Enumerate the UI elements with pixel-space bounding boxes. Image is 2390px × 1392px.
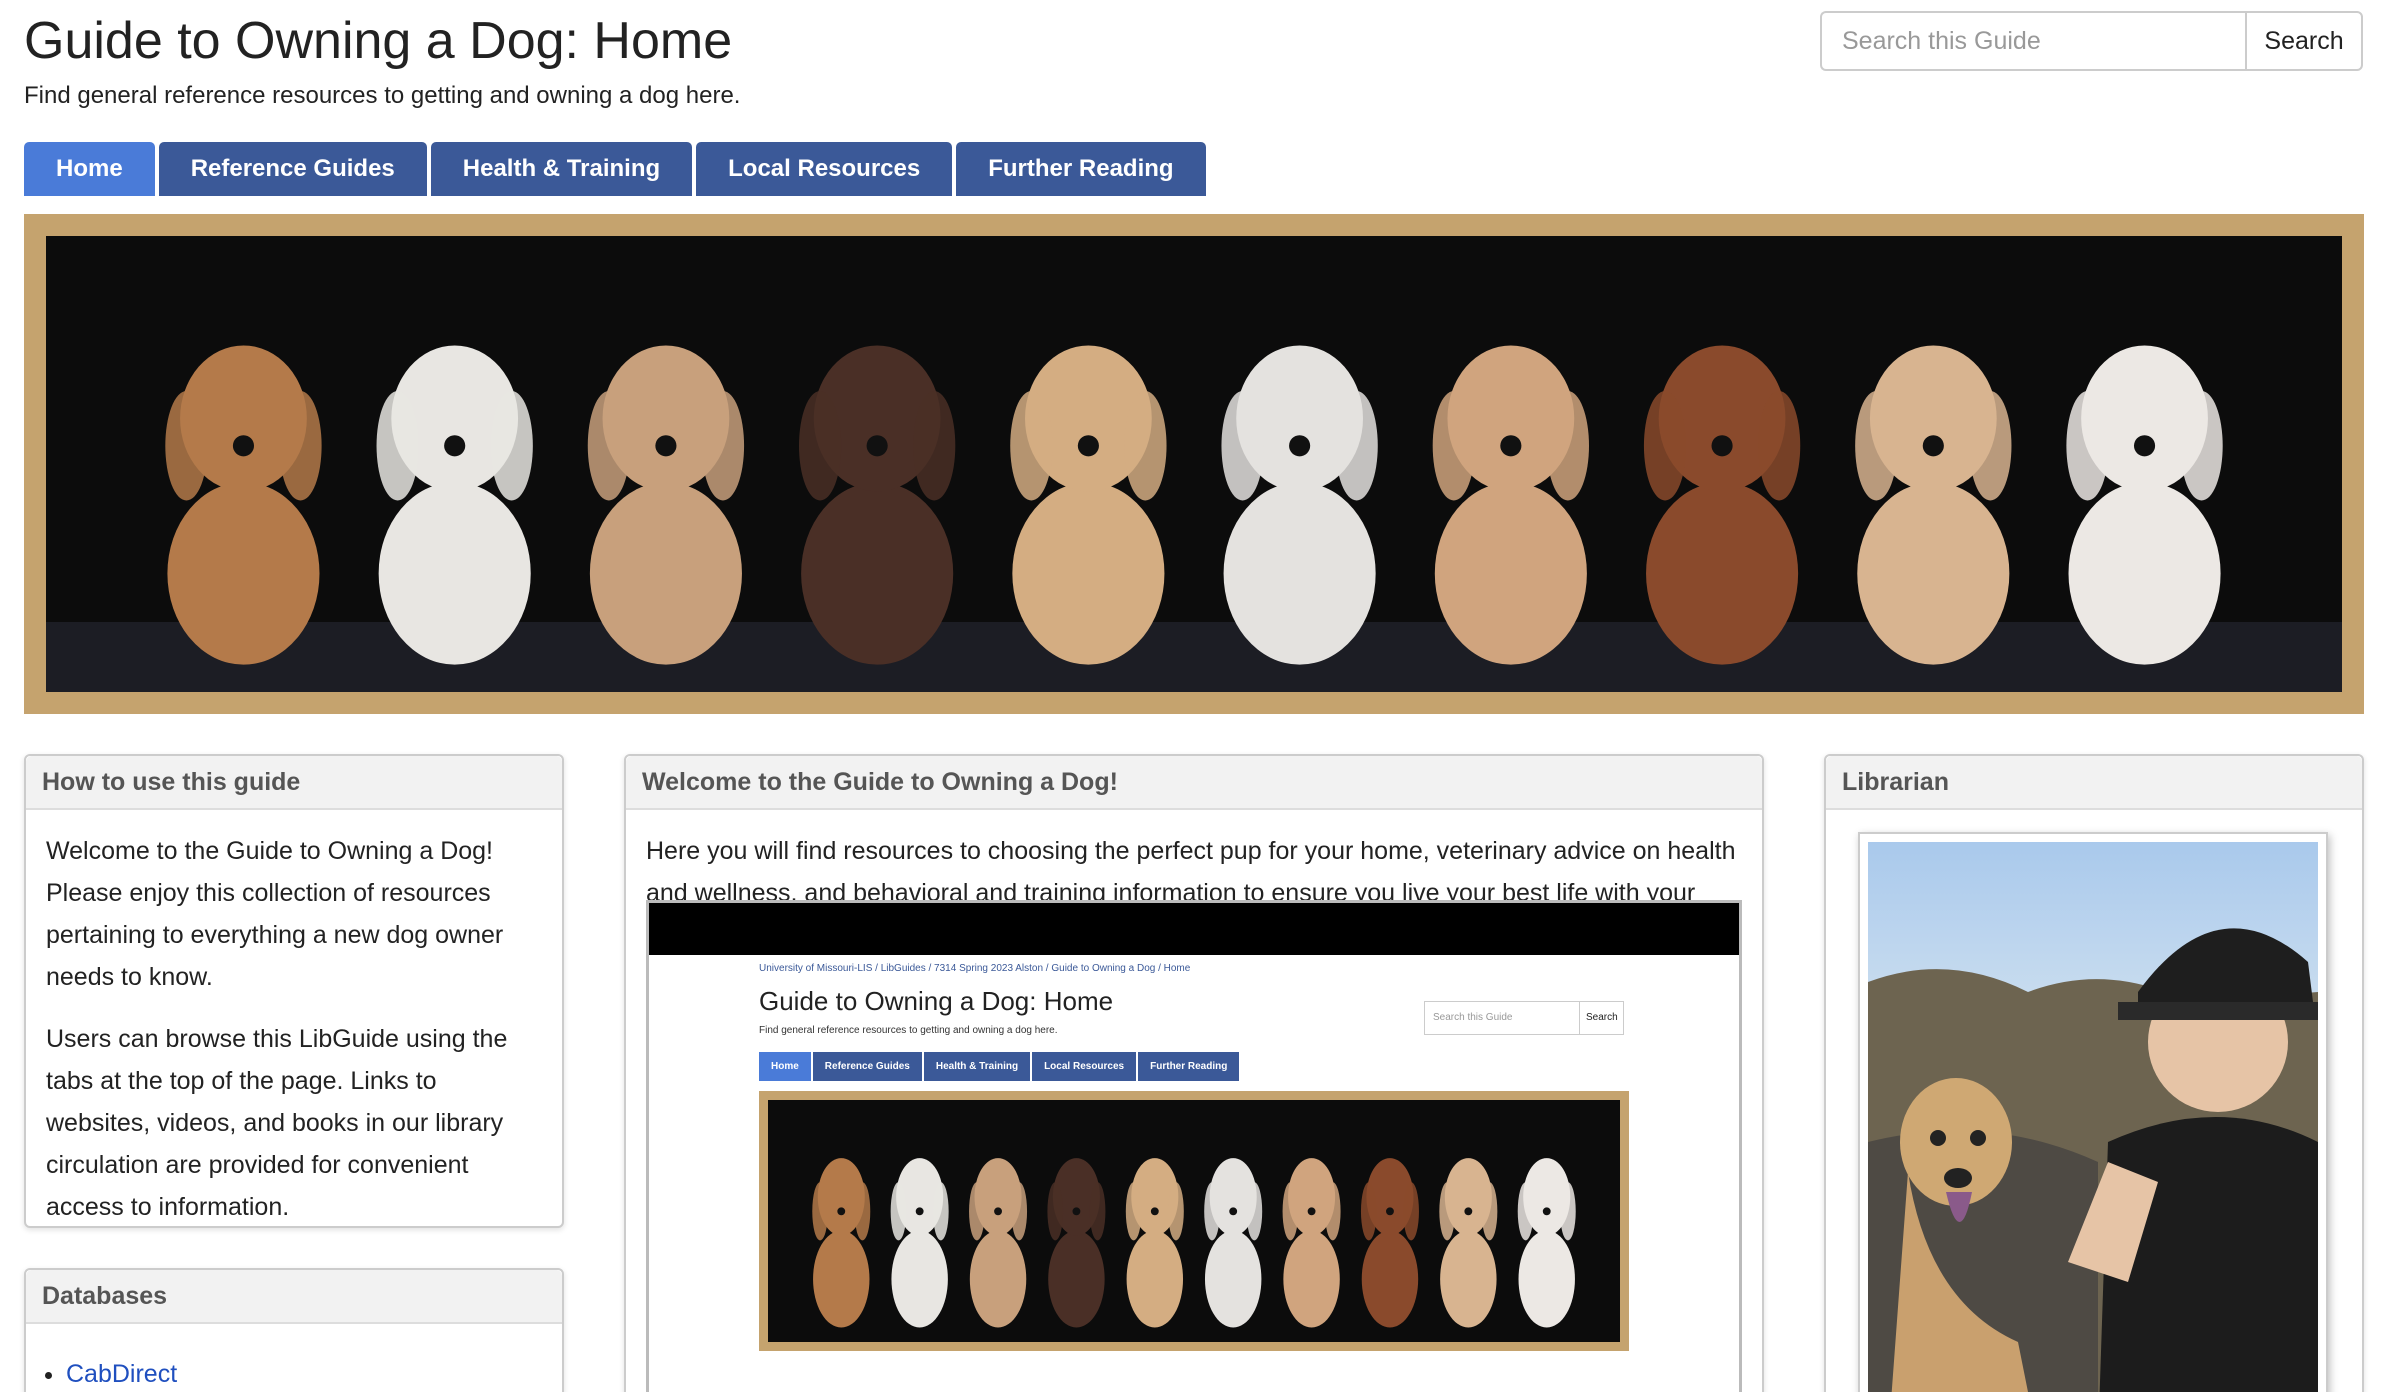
mini-tab-health-training: Health & Training: [923, 1052, 1031, 1081]
mini-search-box: Search this Guide Search: [1424, 1001, 1624, 1035]
panel-body: Welcome to the Guide to Owning a Dog! Pl…: [26, 810, 562, 1248]
puppy-figure: [1125, 1158, 1184, 1328]
panel-heading: Databases: [26, 1270, 562, 1324]
video-top-bar: [649, 903, 1739, 955]
puppies-banner-image: [46, 236, 2342, 692]
guide-search: Search: [1820, 11, 2363, 71]
puppy-figure: [1643, 345, 1801, 665]
tab-further-reading[interactable]: Further Reading: [956, 142, 1206, 196]
mini-tab-reference-guides: Reference Guides: [812, 1052, 922, 1081]
welcome-panel: Welcome to the Guide to Owning a Dog! He…: [624, 754, 1764, 1392]
puppy-figure: [812, 1158, 871, 1328]
puppy-figure: [1282, 1158, 1341, 1328]
librarian-panel: Librarian: [1824, 754, 2364, 1392]
puppy-figure: [1439, 1158, 1498, 1328]
puppy-figure: [1432, 345, 1590, 665]
database-link-cabdirect[interactable]: CabDirect: [66, 1360, 177, 1388]
puppy-figure: [1010, 345, 1167, 665]
librarian-photo: [1868, 842, 2318, 1392]
video-frame-screenshot: University of Missouri-LIS / LibGuides /…: [759, 963, 1629, 1351]
puppy-figure: [1221, 345, 1378, 665]
mini-tab-further-reading: Further Reading: [1138, 1052, 1240, 1081]
puppies-illustration: [165, 345, 2223, 665]
puppy-figure: [587, 345, 745, 665]
mini-tab-home: Home: [759, 1052, 811, 1081]
puppy-figure: [1855, 345, 2012, 665]
panel-heading: Welcome to the Guide to Owning a Dog!: [626, 756, 1762, 810]
intro-paragraph: Welcome to the Guide to Owning a Dog! Pl…: [46, 837, 504, 991]
mini-tab-local-resources: Local Resources: [1032, 1052, 1137, 1081]
panel-heading: How to use this guide: [26, 756, 562, 810]
mini-search-input: Search this Guide: [1433, 1012, 1513, 1023]
how-to-use-panel: How to use this guide Welcome to the Gui…: [24, 754, 564, 1228]
search-button[interactable]: Search: [2245, 11, 2363, 71]
video-player[interactable]: University of Missouri-LIS / LibGuides /…: [646, 900, 1742, 1392]
puppy-figure: [1360, 1158, 1419, 1328]
page-description: Find general reference resources to gett…: [24, 82, 741, 109]
breadcrumb: University of Missouri-LIS / LibGuides /…: [759, 963, 1191, 974]
puppy-figure: [969, 1158, 1028, 1328]
puppy-figure: [165, 345, 322, 665]
banner-image-frame: [24, 214, 2364, 714]
mini-banner-frame: [759, 1091, 1629, 1351]
puppy-figure: [376, 345, 533, 665]
page-title: Guide to Owning a Dog: Home: [24, 12, 733, 70]
list-item: CabDirect: [66, 1360, 562, 1389]
usage-paragraph: Users can browse this LibGuide using the…: [46, 1025, 508, 1221]
mini-search-button: Search: [1579, 1002, 1623, 1034]
librarian-photo-illustration: [1868, 928, 2318, 1392]
search-input[interactable]: [1820, 11, 2245, 71]
tab-health-training[interactable]: Health & Training: [430, 142, 693, 196]
tab-local-resources[interactable]: Local Resources: [696, 142, 953, 196]
librarian-photo-frame: [1858, 832, 2328, 1392]
mini-tabs: Home Reference Guides Health & Training …: [759, 1052, 1629, 1081]
database-list: CabDirect: [26, 1360, 562, 1389]
databases-panel: Databases CabDirect: [24, 1268, 564, 1392]
tab-home[interactable]: Home: [24, 142, 155, 196]
puppy-figure: [1047, 1158, 1106, 1328]
tab-reference-guides[interactable]: Reference Guides: [158, 142, 427, 196]
puppy-figure: [798, 345, 956, 665]
guide-tabs: Home Reference Guides Health & Training …: [24, 142, 1206, 196]
puppy-figure: [2066, 345, 2223, 665]
mini-puppies-banner: [768, 1100, 1620, 1342]
puppy-figure: [890, 1158, 949, 1328]
panel-heading: Librarian: [1826, 756, 2362, 810]
puppy-figure: [1517, 1158, 1576, 1328]
puppy-figure: [1204, 1158, 1263, 1328]
mini-puppies-illustration: [812, 1158, 1576, 1328]
